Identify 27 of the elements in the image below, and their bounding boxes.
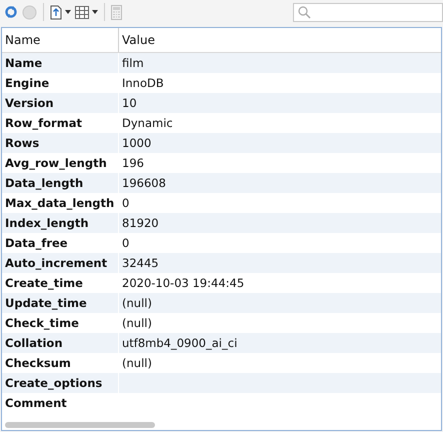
property-value: 196608 xyxy=(121,175,167,192)
property-value: (null) xyxy=(121,315,153,332)
property-value: 81920 xyxy=(121,215,160,232)
property-value: 0 xyxy=(121,235,130,252)
export-icon xyxy=(50,4,62,20)
property-value: film xyxy=(121,55,145,72)
property-value: 0 xyxy=(121,195,130,212)
property-value: 10 xyxy=(121,95,138,112)
calculator-icon xyxy=(111,4,122,20)
property-value: (null) xyxy=(121,355,153,372)
property-name: Comment xyxy=(2,393,119,413)
search-icon xyxy=(298,6,311,18)
property-value: utf8mb4_0900_ai_ci xyxy=(121,335,238,352)
property-value: 2020-10-03 19:44:45 xyxy=(121,275,246,292)
grid-icon xyxy=(75,6,89,18)
property-value: InnoDB xyxy=(121,75,165,92)
property-value: (null) xyxy=(121,295,153,312)
stop-icon xyxy=(22,4,37,20)
scrollbar-thumb[interactable] xyxy=(5,422,155,428)
property-value: 196 xyxy=(121,155,145,172)
column-header[interactable]: Value xyxy=(119,28,441,52)
column-header[interactable]: Name xyxy=(2,28,119,52)
property-value: Dynamic xyxy=(121,115,174,132)
property-value: 1000 xyxy=(121,135,152,152)
refresh-icon xyxy=(4,5,18,19)
search-field[interactable] xyxy=(293,2,443,22)
property-value: 32445 xyxy=(121,255,160,272)
